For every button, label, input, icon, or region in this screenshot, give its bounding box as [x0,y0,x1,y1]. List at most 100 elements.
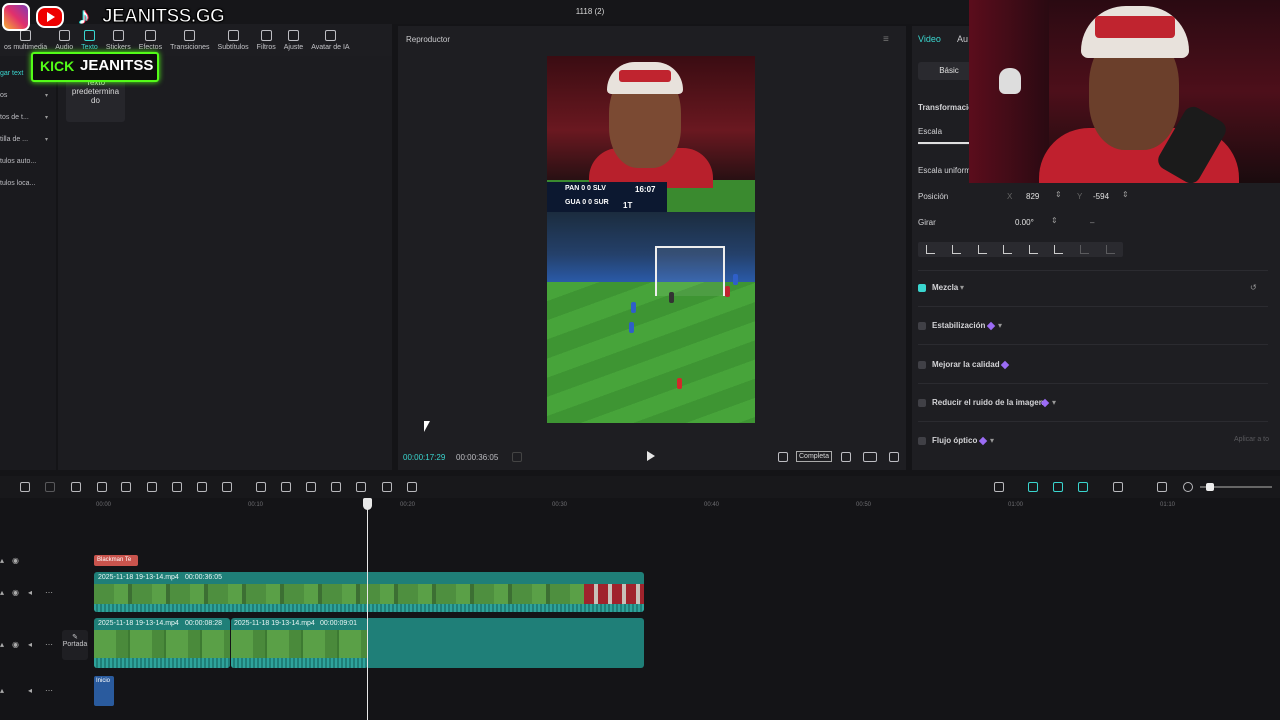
toolbar-adjust[interactable]: Ajuste [280,24,307,56]
lock-icon[interactable]: ▴ [0,640,4,649]
crop-icon[interactable] [197,482,207,492]
align-center-icon[interactable] [951,245,961,254]
zoom-out-icon[interactable] [1183,482,1193,492]
link-icon[interactable] [1028,482,1038,492]
nav-local-captions[interactable]: tulos loca... [0,176,52,192]
fit-icon[interactable] [1157,482,1167,492]
match-clock: 16:07 [635,185,656,194]
capture-icon[interactable] [382,482,392,492]
stepper-icon[interactable]: ⇕ [1122,190,1129,199]
position-x-input[interactable]: 829 [1026,192,1039,201]
nav-templates[interactable]: tilla de ... ▾ [0,132,52,148]
freeze-icon[interactable] [256,482,266,492]
nav-defaults[interactable]: os ▾ [0,88,52,104]
divider [918,270,1268,271]
noise-checkbox[interactable] [918,399,926,407]
stepper-icon[interactable]: ⇕ [1051,216,1058,225]
split-icon[interactable] [71,482,81,492]
position-y-input[interactable]: -594 [1093,192,1109,201]
timeline-ruler[interactable] [0,498,1280,512]
text-clip[interactable]: Blackman Te [94,555,138,566]
eye-icon[interactable]: ◉ [12,640,19,649]
align-left-icon[interactable] [926,245,936,254]
chevron-down-icon[interactable]: ▾ [998,321,1002,330]
crop-icon[interactable] [778,452,788,462]
more-icon[interactable]: ⋯ [45,686,53,695]
speed-icon[interactable] [222,482,232,492]
align-middle-icon[interactable] [1028,245,1038,254]
nav-text-effects[interactable]: tos de t... ▾ [0,110,52,126]
cover-button[interactable]: ✎ Portada [62,630,88,660]
toolbar-ai-avatar[interactable]: Avatar de IA [307,24,353,56]
align-top-icon[interactable] [1003,245,1013,254]
nav-auto-captions[interactable]: tulos auto... [0,154,52,170]
chevron-down-icon[interactable]: ▾ [990,436,994,445]
split-left-icon[interactable] [97,482,107,492]
rotate-dial-icon[interactable]: – [1090,218,1094,227]
quality-icon[interactable] [863,452,877,462]
preview-axis-icon[interactable] [1078,482,1088,492]
tab-video[interactable]: Video [918,34,941,44]
zoom-slider-handle[interactable] [1206,483,1214,491]
eye-icon[interactable]: ◉ [12,588,19,597]
apply-to-all-button[interactable]: Aplicar a to [1234,436,1269,443]
more-icon[interactable]: ⋯ [45,588,53,597]
optical-flow-label: Flujo óptico [932,436,978,445]
filters-icon [260,30,272,41]
distribute-v-icon[interactable] [1105,245,1115,254]
speaker-icon[interactable]: ◂ [28,640,32,649]
chevron-down-icon[interactable]: ▾ [1052,398,1056,407]
brand-handle: JEANITSS.GG [101,6,225,28]
reverse-icon[interactable] [281,482,291,492]
align-right-icon[interactable] [977,245,987,254]
magic-icon[interactable] [331,482,341,492]
redo-icon[interactable] [45,482,55,492]
divider [918,421,1268,422]
undo-icon[interactable] [20,482,30,492]
clip-extension[interactable] [368,618,644,668]
play-icon[interactable] [647,451,655,461]
rotate-input[interactable]: 0.00° [1015,218,1034,227]
tab-scale[interactable]: Escala [918,127,942,136]
lock-icon[interactable]: ▴ [0,556,4,565]
lock-icon[interactable]: ▴ [0,686,4,695]
stabilization-checkbox[interactable] [918,322,926,330]
stepper-icon[interactable]: ⇕ [1055,190,1062,199]
eye-icon[interactable]: ◉ [12,556,19,565]
marker-icon[interactable] [172,482,182,492]
ratio-button[interactable]: Completa [796,451,832,462]
menu-icon[interactable]: ≡ [883,34,889,45]
default-text-card[interactable]: Texto predetermina do [66,76,125,122]
toolbar-transitions[interactable]: Transiciones [166,24,213,56]
speaker-icon[interactable]: ◂ [28,588,32,597]
fullscreen-icon[interactable] [889,452,899,462]
optical-flow-checkbox[interactable] [918,437,926,445]
ai-icon[interactable] [407,482,417,492]
snapshot-icon[interactable] [841,452,851,462]
blend-checkbox[interactable] [918,284,926,292]
distribute-h-icon[interactable] [1080,245,1090,254]
grid-icon[interactable] [512,452,522,462]
align-bottom-icon[interactable] [1054,245,1064,254]
toolbar-filters[interactable]: Filtros [253,24,280,56]
audio-clip[interactable]: Inicio [94,676,114,706]
subtitle-icon[interactable] [356,482,366,492]
speaker-icon[interactable]: ◂ [28,686,32,695]
microphone-icon[interactable] [994,482,1004,492]
playhead-line[interactable] [367,500,368,720]
video-preview[interactable]: PAN 0 0 SLV GUA 0 0 SUR 16:07 1T [547,56,755,423]
more-icon[interactable]: ⋯ [45,640,53,649]
delete-icon[interactable] [147,482,157,492]
quality-checkbox[interactable] [918,361,926,369]
track-options-icon[interactable] [1113,482,1123,492]
lock-icon[interactable]: ▴ [0,588,4,597]
split-right-icon[interactable] [121,482,131,492]
chevron-down-icon[interactable]: ▾ [960,283,964,292]
toolbar-subtitles[interactable]: Subtítulos [214,24,253,56]
kick-label: KICK [40,58,75,74]
mirror-icon[interactable] [306,482,316,492]
reset-icon[interactable]: ↺ [1250,283,1257,292]
magnet-icon[interactable] [1053,482,1063,492]
tab-audio[interactable]: Au [957,34,968,44]
playhead-handle[interactable] [363,498,372,510]
